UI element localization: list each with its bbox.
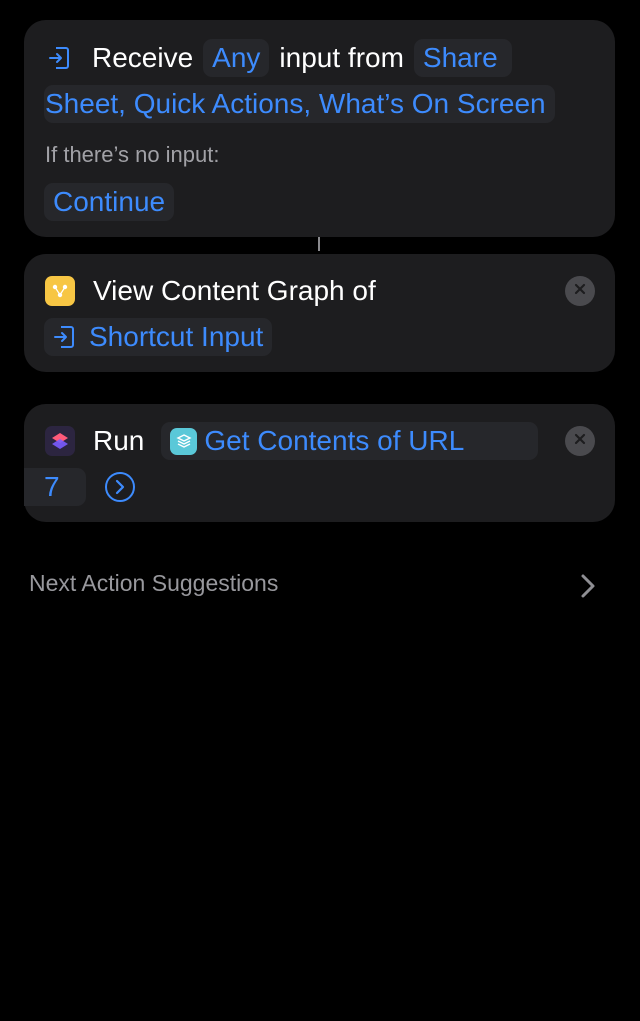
layers-icon [170,427,198,455]
shortcut-name: Get Contents of URL [204,425,465,456]
remove-action-button[interactable] [565,426,595,456]
shortcuts-app-icon [45,426,75,456]
shortcut-token[interactable]: Get Contents of URL [161,422,539,460]
source-token-part2[interactable]: Sheet, Quick Actions, What’s On Screen [44,85,555,123]
close-icon [574,282,586,300]
close-icon [574,432,586,450]
no-input-label: If there’s no input: [45,142,220,167]
remove-action-button[interactable] [565,276,595,306]
run-label: Run [93,425,145,456]
content-graph-action-card[interactable]: View Content Graph of Shortcut Input [24,254,615,372]
run-shortcut-action-card[interactable]: Run Get Contents of URL 7 [24,404,615,522]
shortcut-token-continued[interactable]: 7 [24,468,86,506]
shortcut-input-label: Shortcut Input [89,321,264,352]
chevron-right-icon[interactable] [578,571,598,606]
input-arrow-icon [53,325,75,349]
chevron-right-circle-icon [104,472,135,502]
source-token-part1[interactable]: Share [413,39,512,77]
no-input-behavior-token[interactable]: Continue [44,183,175,221]
action-connector [318,237,320,251]
input-arrow-icon [44,46,74,70]
input-from-label: input from [279,42,404,73]
next-action-suggestions-label[interactable]: Next Action Suggestions [29,570,278,597]
receive-action-card[interactable]: Receive Any input from Share Sheet, Quic… [24,20,615,237]
show-more-button[interactable] [104,471,136,503]
receive-label: Receive [92,42,194,73]
content-graph-icon [45,276,75,306]
input-type-token[interactable]: Any [203,39,270,77]
content-graph-label: View Content Graph of [93,275,376,306]
shortcut-input-token[interactable]: Shortcut Input [44,318,273,356]
